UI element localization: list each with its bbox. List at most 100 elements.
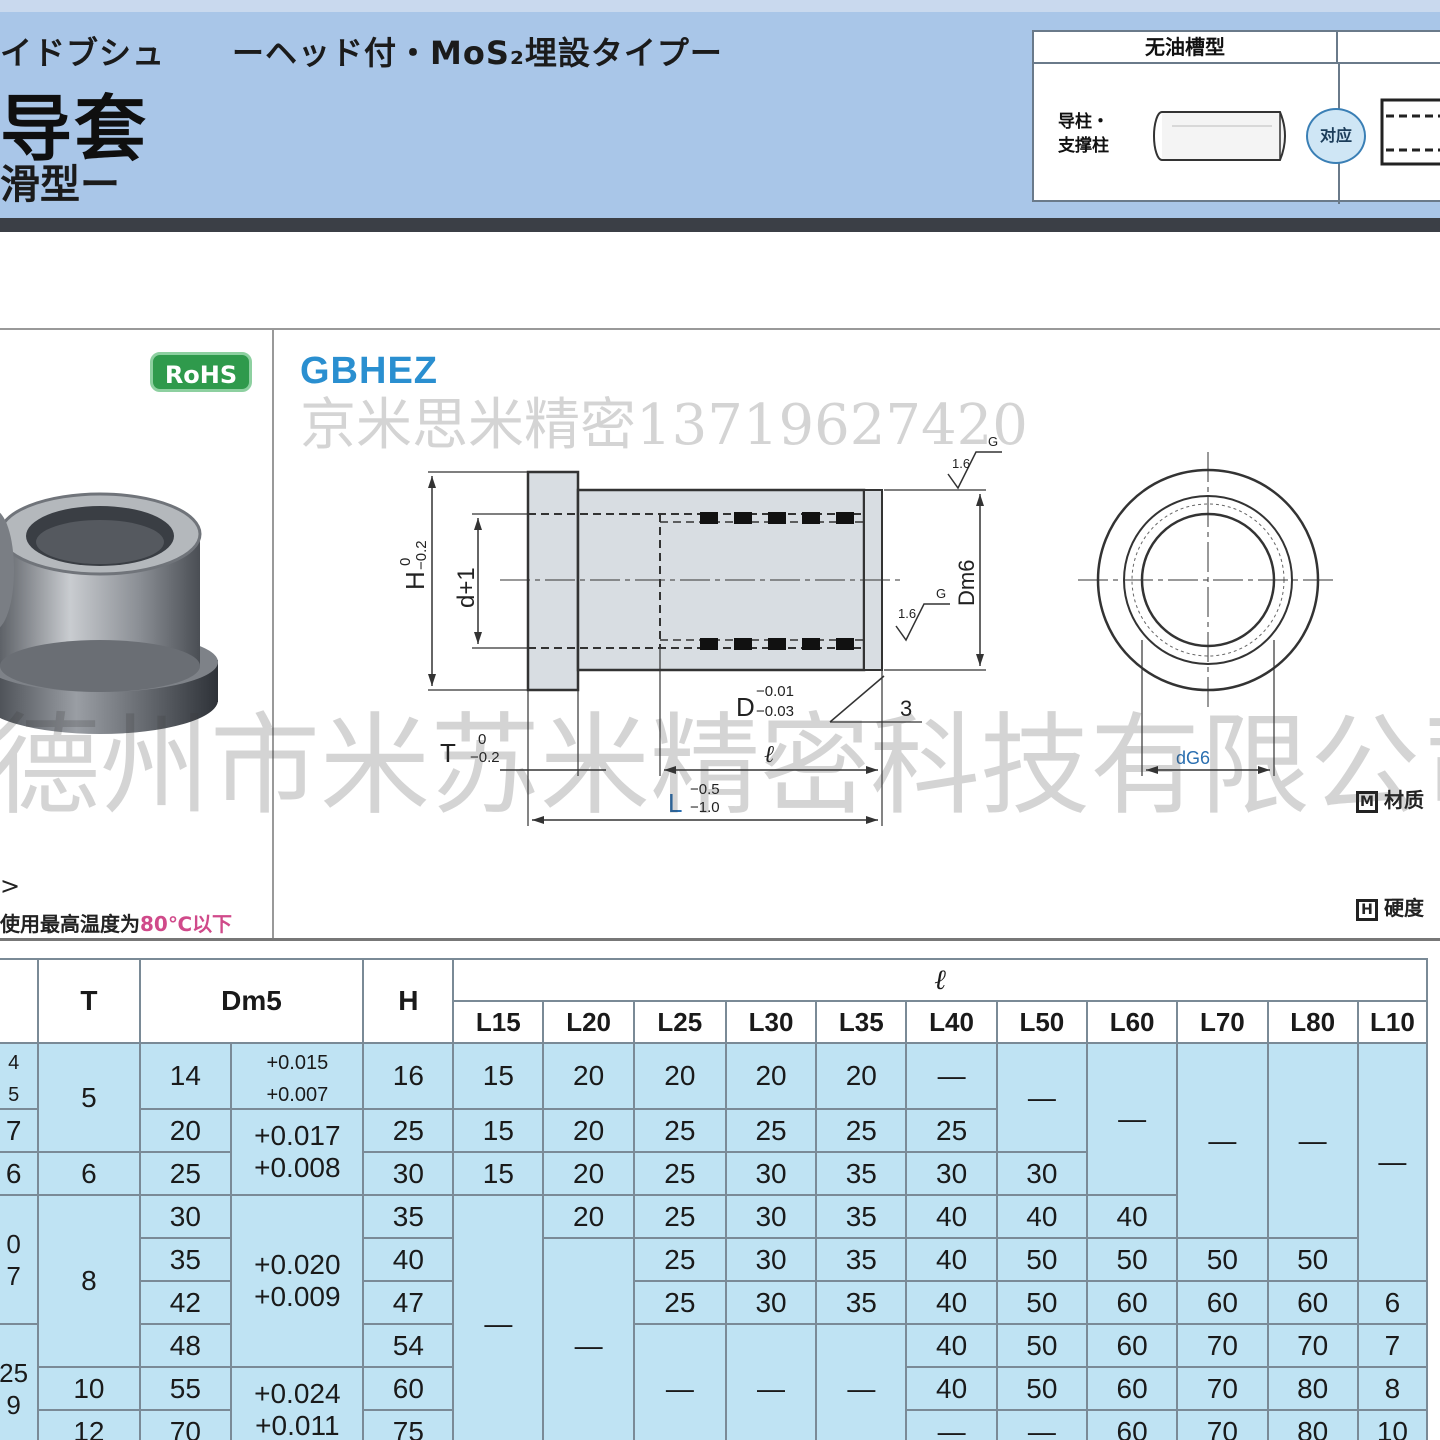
cell-ell: 40 [905,1237,998,1282]
table-row: 42 47 25 30 35 40 50 60 60 60 6 [0,1280,1429,1325]
cell-ell: 50 [995,1366,1088,1411]
guide-pin-icon [1153,111,1286,161]
cell-ell: 70 [1176,1409,1269,1440]
technical-drawing: H 0 −0.2 d+1 Dm6 1.6 G 1.6 G D −0.01 −0.… [397,434,1338,826]
col-header-H: H [362,958,455,1044]
d-fragment: 07 [0,1194,40,1325]
cell-ell: 20 [542,1194,635,1239]
cell-ell: 30 [724,1237,818,1282]
cell-ell: 40 [905,1194,998,1239]
cell-Dm5: 35 [138,1237,233,1282]
cell-dash: — [905,1409,998,1440]
cell-ell: 50 [995,1323,1088,1368]
cell-tol: +0.020 +0.009 [230,1194,365,1368]
dim-ell: ℓ [764,740,774,768]
cell-ell: 30 [724,1280,818,1325]
dim-D-tol-upper: −0.01 [756,683,794,700]
roughness-value-outer: 1.6 [952,456,970,471]
cell-ell: 25 [815,1108,908,1153]
cell-ell: 60 [1085,1280,1179,1325]
cell-ell: 40 [905,1323,998,1368]
cell-H: 30 [362,1151,455,1196]
cell-ell: 40 [905,1280,998,1325]
d-frag-a: 4 [8,1052,20,1074]
type-box-label-line1: 导柱・ [1058,112,1109,132]
cell-T: 5 [37,1042,141,1153]
type-compat-box: 无油槽型 导柱・ 支撑柱 对应 [1032,30,1440,204]
cell-ell: 25 [632,1237,727,1282]
dim-L-tol-upper: −0.5 [690,781,720,798]
cell-ell: 30 [724,1194,818,1239]
col-header-L15: L15 [452,1000,545,1044]
cell-ell: 6 [1356,1280,1429,1325]
flange-outline [526,470,580,692]
roughness-grade-inner: G [936,586,946,601]
end-view [1078,452,1338,710]
cell-ell: 80 [1266,1366,1359,1411]
cell-H: 35 [362,1194,455,1239]
cell-ell: 25 [632,1108,727,1153]
cell-ell: 70 [1176,1323,1269,1368]
dim-3: 3 [900,696,912,721]
tol-upper: +0.020 [254,1249,341,1280]
cell-dash: — [724,1323,818,1440]
dim-d-plus-1: d+1 [453,567,480,608]
dim-T: T [440,738,456,768]
dim-H-tol-upper: 0 [397,558,414,566]
d-frag-b: 5 [8,1084,20,1106]
cell-ell: 35 [815,1194,908,1239]
col-header-L20: L20 [542,1000,635,1044]
col-header-L80: L80 [1266,1000,1359,1044]
cell-ell: 60 [1266,1280,1359,1325]
col-header-L40: L40 [905,1000,998,1044]
cell-dash: — [632,1323,727,1440]
cell-ell: 70 [1176,1366,1269,1411]
cell-ell: 50 [1085,1237,1179,1282]
cell-ell: 80 [1266,1409,1359,1440]
cell-ell: 15 [452,1108,545,1153]
cell-T: 6 [37,1151,141,1196]
type-box-label: 导柱・ 支撑柱 [1058,110,1128,158]
d-frag-d: 7 [6,1260,21,1291]
dim-L-tol-lower: −1.0 [690,799,720,816]
d-fragment: 25 9 [0,1323,40,1440]
cell-ell: 50 [1266,1237,1359,1282]
cell-Dm5: 42 [138,1280,233,1325]
col-header-Dm5: Dm5 [138,958,365,1044]
roughness-value-inner: 1.6 [898,606,916,621]
header-jp-name: イドブシュ [0,34,166,72]
type-box-badge: 对应 [1306,108,1366,164]
dim-H: H [400,571,430,590]
cell-ell: 8 [1356,1366,1429,1411]
cell-Dm5: 14 [138,1042,233,1110]
cell-H: 47 [362,1280,455,1325]
roughness-grade-outer: G [988,434,998,449]
table-row: 25 9 48 54 — — — 40 50 60 70 70 7 [0,1323,1429,1440]
dim-Dm6: Dm6 [954,560,979,606]
col-header-L30: L30 [724,1000,818,1044]
table-row: 45 5 14 +0.015 +0.007 16 15 20 20 20 20 —… [0,1042,1429,1282]
cell-ell: 25 [632,1280,727,1325]
cell-Dm5: 70 [138,1409,233,1440]
cell-dash: — [1266,1042,1359,1239]
type-box-heading-2 [1338,32,1440,64]
tol-upper: +0.024 [254,1378,341,1409]
cell-H: 75 [362,1409,455,1440]
cell-ell: 15 [452,1042,545,1110]
header-jp-subtype: ーヘッド付・MoS₂埋設タイプー [232,34,723,72]
cell-ell: 60 [1176,1280,1269,1325]
col-header-cut [0,958,40,1044]
cell-ell: 20 [542,1108,635,1153]
cell-ell: 60 [1085,1323,1179,1368]
cell-ell: 15 [452,1151,545,1196]
cell-ell: 35 [815,1280,908,1325]
cell-Dm5: 55 [138,1366,233,1411]
dim-H-tol-lower: −0.2 [413,540,430,570]
cell-T: 12 [37,1409,141,1440]
cell-ell: 20 [724,1042,818,1110]
header-dark-bar [0,218,1440,232]
type-box-heading: 无油槽型 [1034,32,1338,64]
cell-ell: 50 [995,1280,1088,1325]
d-frag-c: 0 [6,1228,21,1259]
cell-ell: 40 [905,1366,998,1411]
